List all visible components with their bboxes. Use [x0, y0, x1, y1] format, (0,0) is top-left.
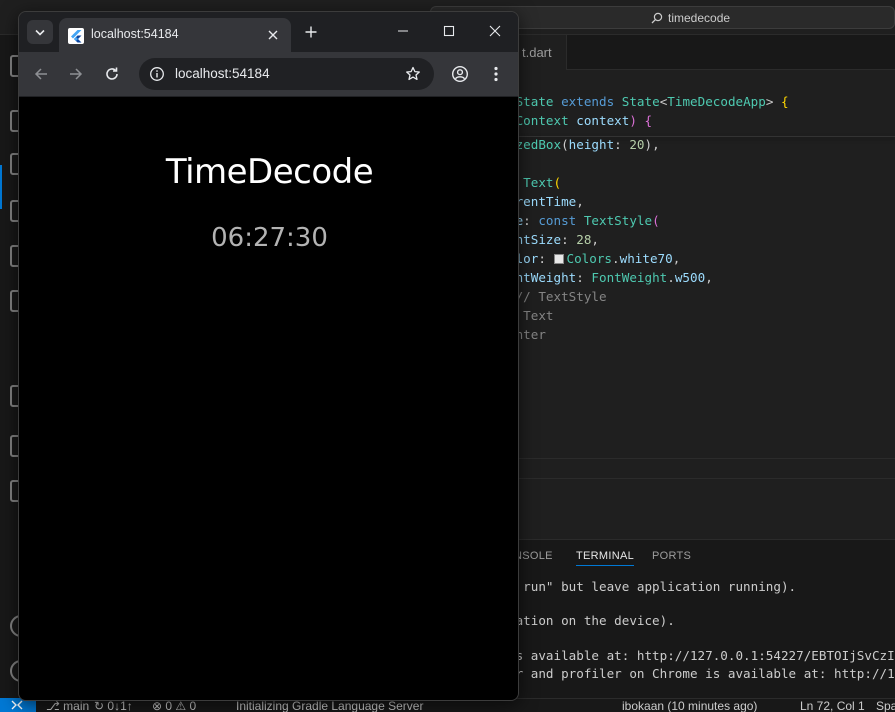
terminal-line: tation on the device).	[508, 613, 675, 628]
sticky-line-1: pState extends State<TimeDecodeApp> {	[508, 94, 789, 109]
new-tab-button[interactable]	[301, 22, 321, 42]
code-line: // TextStyle	[508, 289, 607, 304]
code-line: ontSize: 28,	[508, 232, 600, 247]
arrow-left-icon	[34, 68, 47, 80]
terminal-line: is available at: http://127.0.0.1:54227/…	[508, 648, 895, 663]
terminal-line: e run" but leave application running).	[508, 579, 797, 594]
kebab-menu-icon	[494, 66, 498, 82]
star-icon	[406, 66, 420, 81]
browser-tab[interactable]: localhost:54184	[59, 18, 291, 52]
minimize-button[interactable]	[387, 20, 419, 42]
reload-icon	[106, 67, 118, 80]
close-window-icon	[489, 25, 501, 37]
tab-title: localhost:54184	[91, 27, 179, 41]
status-git-blame[interactable]: ibokaan (10 minutes ago)	[622, 699, 757, 712]
tab-close-button[interactable]	[265, 27, 281, 43]
profile-button[interactable]	[448, 62, 472, 86]
reload-button[interactable]	[100, 62, 124, 86]
forward-button[interactable]	[64, 62, 88, 86]
chrome-window: localhost:54184 localhost:54184 TimeDeco…	[18, 11, 519, 701]
color-swatch-icon[interactable]	[553, 254, 564, 264]
panel-tab-terminal[interactable]: TERMINAL	[576, 550, 635, 566]
desktop: timedecode t.dart pState extends State<T…	[0, 0, 895, 712]
status-cursor-position[interactable]: Ln 72, Col 1	[800, 699, 865, 712]
panel-tab-debug-console[interactable]: NSOLE	[514, 550, 553, 562]
code-line: ontWeight: FontWeight.w500,	[508, 270, 713, 285]
chevron-down-icon	[35, 29, 45, 36]
arrow-right-icon	[70, 68, 83, 80]
activity-active-indicator	[0, 165, 2, 209]
sticky-line-2: dContext context) {	[508, 113, 653, 128]
chrome-toolbar: localhost:54184	[19, 52, 518, 97]
maximize-icon	[443, 25, 455, 37]
minimize-icon	[398, 30, 408, 32]
chrome-tab-strip: localhost:54184	[19, 12, 518, 52]
url-text[interactable]: localhost:54184	[175, 66, 270, 81]
remote-icon	[11, 700, 23, 710]
bookmark-button[interactable]	[401, 62, 425, 86]
page-viewport: TimeDecode 06:27:30	[19, 97, 518, 700]
flutter-favicon-icon	[68, 28, 84, 44]
address-bar[interactable]: localhost:54184	[139, 58, 434, 90]
profile-icon	[451, 65, 469, 83]
status-indentation[interactable]: Spa	[876, 699, 895, 712]
tab-search-button[interactable]	[27, 20, 53, 44]
close-icon	[268, 30, 278, 40]
chrome-menu-button[interactable]	[484, 62, 508, 86]
site-info-button[interactable]	[145, 62, 169, 86]
command-center-label: timedecode	[668, 10, 731, 25]
plus-icon	[305, 26, 317, 38]
panel-tab-ports[interactable]: PORTS	[652, 550, 691, 562]
search-icon	[651, 12, 663, 23]
back-button[interactable]	[29, 62, 53, 86]
maximize-button[interactable]	[433, 20, 465, 42]
info-icon	[150, 67, 164, 81]
code-line: izedBox(height: 20),	[508, 137, 660, 152]
terminal-line: er and profiler on Chrome is available a…	[508, 666, 895, 681]
current-time: 06:27:30	[211, 223, 328, 253]
code-line: le: const TextStyle(	[508, 213, 660, 228]
code-line: rrentTime,	[508, 194, 584, 209]
code-line: olor: Colors.white70,	[508, 251, 681, 266]
window-close-button[interactable]	[479, 20, 511, 42]
app-title: TimeDecode	[165, 152, 374, 192]
